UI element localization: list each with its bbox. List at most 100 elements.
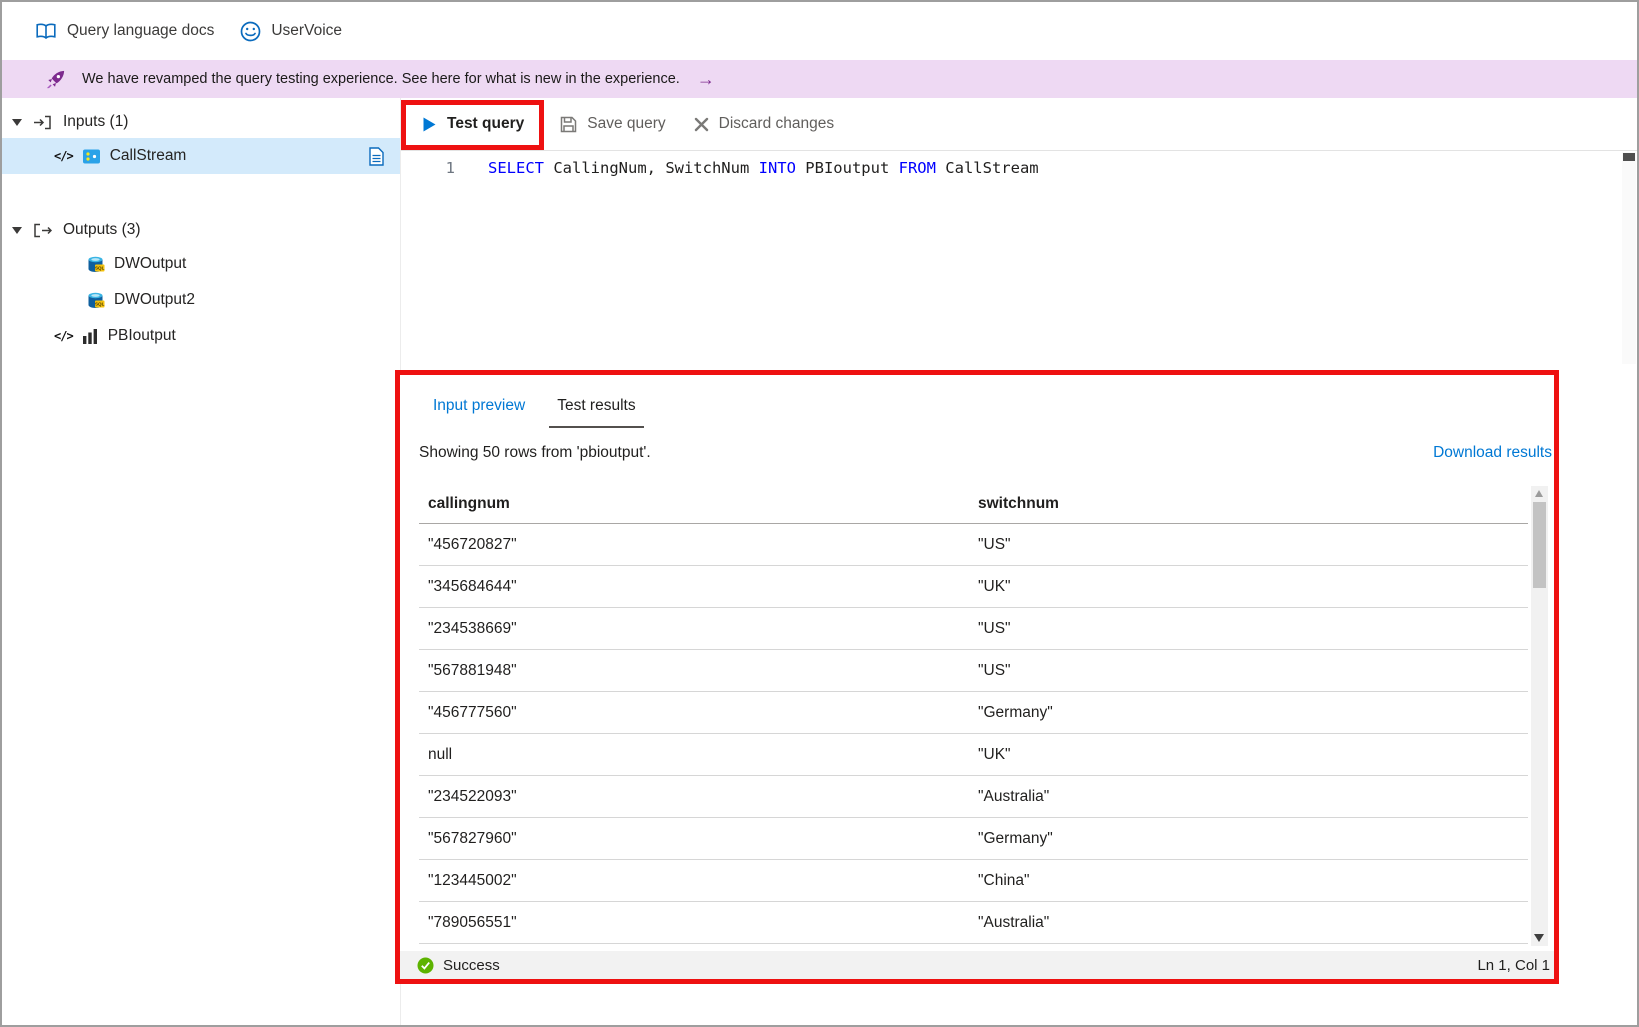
banner-message: We have revamped the query testing exper… — [82, 71, 680, 87]
cell-switchnum: "US" — [969, 536, 1528, 554]
sidebar-item-callstream[interactable]: </> CallStream — [2, 138, 400, 174]
cell-switchnum: "UK" — [969, 578, 1528, 596]
sql-keyword: FROM — [899, 159, 936, 177]
sample-data-icon[interactable] — [369, 147, 384, 166]
cell-switchnum: "US" — [969, 662, 1528, 680]
sidebar-item-pbioutput[interactable]: </> PBIoutput — [2, 318, 400, 354]
query-docs-link[interactable]: Query language docs — [35, 22, 214, 40]
output-item-label: DWOutput2 — [114, 291, 195, 309]
cursor-position: Ln 1, Col 1 — [1477, 957, 1550, 974]
download-results-link[interactable]: Download results — [1433, 444, 1552, 462]
input-item-label: CallStream — [110, 147, 187, 165]
inputs-header-label: Inputs (1) — [63, 113, 128, 131]
sql-database-icon: SQL — [86, 255, 105, 274]
sql-database-icon: SQL — [86, 291, 105, 310]
sidebar-item-dwoutput[interactable]: SQL DWOutput — [2, 246, 400, 282]
cell-callingnum: "567881948" — [419, 662, 969, 680]
code-icon: </> — [54, 329, 73, 343]
rocket-icon — [44, 68, 67, 91]
table-row: "345684644""UK" — [419, 566, 1528, 608]
sql-keyword: SELECT — [488, 159, 544, 177]
sql-keyword: INTO — [759, 159, 796, 177]
cell-switchnum: "US" — [969, 620, 1528, 638]
test-query-button[interactable]: Test query — [422, 115, 524, 133]
column-header-switchnum: switchnum — [969, 495, 1528, 513]
table-row: "567881948""US" — [419, 650, 1528, 692]
table-row: "234522093""Australia" — [419, 776, 1528, 818]
event-hub-icon — [82, 147, 101, 166]
query-editor[interactable]: 1 SELECT CallingNum, SwitchNum INTO PBIo… — [401, 150, 1637, 367]
cell-switchnum: "Germany" — [969, 830, 1528, 848]
book-icon — [35, 23, 57, 40]
outputs-header[interactable]: Outputs (3) — [2, 214, 400, 246]
play-icon — [422, 116, 437, 133]
outputs-header-label: Outputs (3) — [63, 221, 141, 239]
tab-test-results[interactable]: Test results — [549, 397, 643, 428]
cell-switchnum: "Australia" — [969, 788, 1528, 806]
scroll-down-icon[interactable] — [1534, 934, 1544, 942]
discard-changes-button[interactable]: Discard changes — [694, 115, 834, 133]
table-row: "123445002""China" — [419, 860, 1528, 902]
results-panel: Input preview Test results Showing 50 ro… — [400, 375, 1554, 979]
tab-input-preview[interactable]: Input preview — [433, 397, 525, 428]
cell-callingnum: "567827960" — [419, 830, 969, 848]
top-bar: Query language docs UserVoice — [2, 2, 1637, 60]
cell-callingnum: "789056551" — [419, 914, 969, 932]
table-row: "234538669""US" — [419, 608, 1528, 650]
svg-text:SQL: SQL — [95, 265, 105, 270]
cell-switchnum: "China" — [969, 872, 1528, 890]
cell-callingnum: "234522093" — [419, 788, 969, 806]
powerbi-icon — [82, 328, 99, 345]
code-line: 1 SELECT CallingNum, SwitchNum INTO PBIo… — [401, 151, 1637, 180]
cell-callingnum: "345684644" — [419, 578, 969, 596]
table-row: null"UK" — [419, 734, 1528, 776]
sql-identifier: PBIoutput — [796, 159, 899, 177]
scroll-up-icon[interactable] — [1535, 490, 1543, 497]
column-header-callingnum: callingnum — [419, 495, 969, 513]
results-scrollbar[interactable] — [1531, 486, 1548, 946]
query-toolbar: Test query Save query Discard changes — [401, 98, 1637, 150]
table-row: "567827960""Germany" — [419, 818, 1528, 860]
app-window: Query language docs UserVoice We have re… — [0, 0, 1639, 1027]
output-item-label: PBIoutput — [108, 327, 176, 345]
code-icon: </> — [54, 149, 73, 163]
status-bar: Success Ln 1, Col 1 — [400, 951, 1554, 979]
results-summary: Showing 50 rows from 'pbioutput'. — [419, 444, 651, 462]
status-text: Success — [443, 957, 500, 974]
sidebar-item-dwoutput2[interactable]: SQL DWOutput2 — [2, 282, 400, 318]
cell-callingnum: "123445002" — [419, 872, 969, 890]
table-row: "789056551""Australia" — [419, 902, 1528, 944]
results-tabs: Input preview Test results — [400, 375, 1554, 428]
inputs-header[interactable]: Inputs (1) — [2, 106, 400, 138]
sql-identifier: CallStream — [936, 159, 1039, 177]
save-query-button[interactable]: Save query — [560, 115, 665, 133]
save-icon — [560, 116, 577, 133]
banner-arrow-icon[interactable]: → — [697, 69, 715, 90]
status-left: Success — [417, 957, 500, 974]
cell-switchnum: "UK" — [969, 746, 1528, 764]
scrollbar-thumb[interactable] — [1533, 502, 1546, 588]
discard-changes-label: Discard changes — [719, 115, 834, 133]
inputs-icon — [33, 115, 52, 130]
notification-banner: We have revamped the query testing exper… — [2, 60, 1637, 98]
table-row: "456777560""Germany" — [419, 692, 1528, 734]
save-query-label: Save query — [587, 115, 665, 133]
chevron-down-icon — [12, 227, 22, 234]
scrollbar-thumb[interactable] — [1623, 153, 1635, 161]
line-number: 1 — [401, 156, 455, 180]
table-header-row: callingnum switchnum — [419, 484, 1528, 524]
cell-callingnum: "456777560" — [419, 704, 969, 722]
output-item-label: DWOutput — [114, 255, 186, 273]
editor-scrollbar[interactable] — [1622, 152, 1636, 364]
query-docs-label: Query language docs — [67, 22, 214, 40]
sql-identifier: CallingNum, SwitchNum — [544, 159, 759, 177]
table-row: "456720827""US" — [419, 524, 1528, 566]
cell-callingnum: "234538669" — [419, 620, 969, 638]
success-icon — [417, 957, 434, 974]
uservoice-label: UserVoice — [271, 22, 342, 40]
cell-switchnum: "Germany" — [969, 704, 1528, 722]
chevron-down-icon — [12, 119, 22, 126]
uservoice-link[interactable]: UserVoice — [240, 21, 342, 42]
query-code: SELECT CallingNum, SwitchNum INTO PBIout… — [488, 156, 1039, 180]
cell-callingnum: null — [419, 746, 969, 764]
